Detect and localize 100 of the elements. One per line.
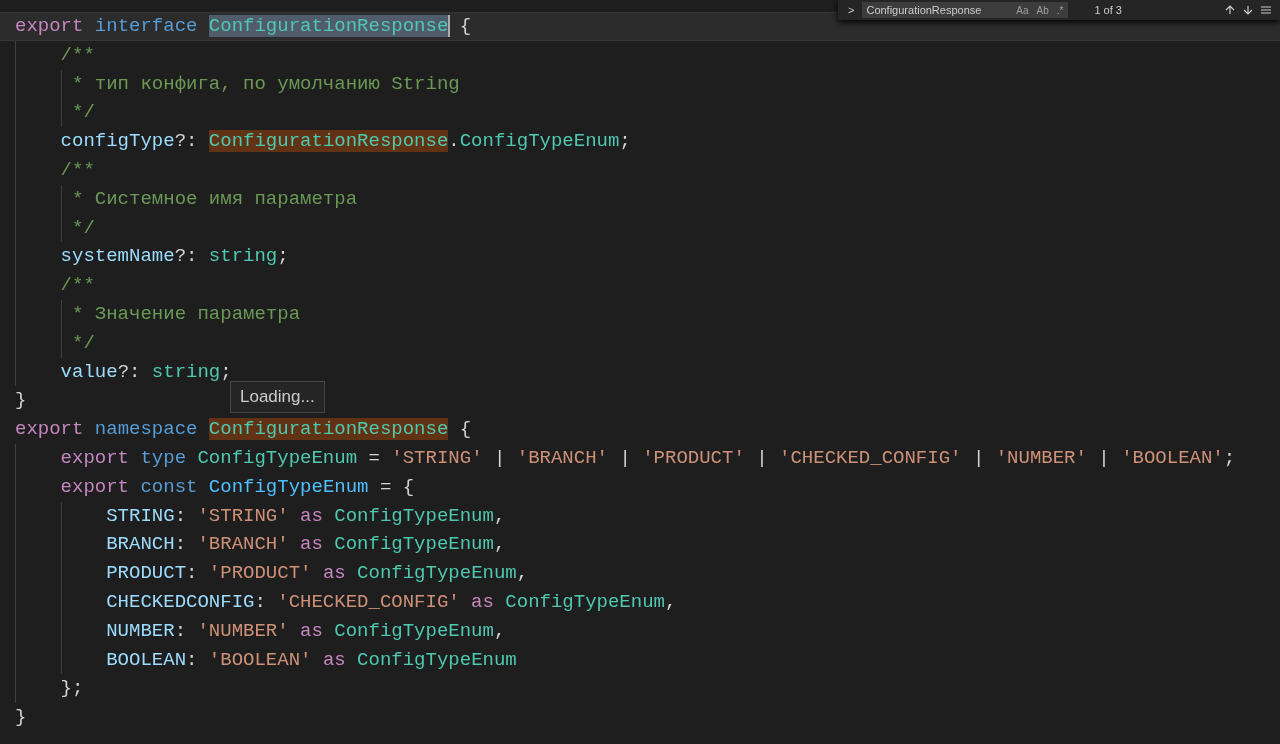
- code-punctuation: =: [368, 446, 380, 469]
- property-name: BRANCH: [106, 533, 175, 556]
- menu-icon[interactable]: [1260, 4, 1272, 16]
- type-name: ConfigTypeEnum: [334, 504, 494, 527]
- code-punctuation: :: [254, 590, 266, 613]
- code-comment: * тип конфига, по умолчанию String: [72, 72, 460, 95]
- keyword: as: [471, 590, 494, 613]
- type-name: string: [208, 245, 278, 268]
- code-comment: */: [72, 216, 95, 239]
- keyword: as: [300, 619, 323, 642]
- keyword: as: [300, 533, 323, 556]
- code-punctuation: };: [60, 677, 84, 700]
- find-option[interactable]: Ab: [1035, 4, 1050, 16]
- find-toggle[interactable]: >: [846, 4, 857, 16]
- code-punctuation: |: [493, 446, 506, 469]
- search-match: ConfigurationResponse: [208, 418, 449, 441]
- type-name: string: [151, 360, 221, 383]
- property-name: value: [60, 360, 118, 383]
- property-name: systemName: [60, 245, 175, 268]
- string-literal: 'CHECKED_CONFIG': [779, 446, 962, 469]
- hover-tooltip: Loading...: [230, 381, 325, 413]
- code-punctuation: :: [174, 504, 187, 527]
- code-comment: * Системное имя параметра: [72, 187, 358, 210]
- string-literal: 'PRODUCT': [208, 562, 312, 585]
- code-comment: /**: [60, 159, 95, 181]
- type-name: ConfigTypeEnum: [334, 619, 494, 642]
- search-match: ConfigurationResponse: [208, 15, 449, 37]
- string-literal: 'STRING': [391, 446, 483, 469]
- string-literal: 'BOOLEAN': [208, 648, 312, 671]
- code-punctuation: ;: [619, 130, 631, 153]
- code-punctuation: :: [174, 533, 187, 556]
- code-punctuation: ,: [493, 619, 506, 642]
- find-query: ConfigurationResponse: [866, 4, 983, 16]
- code-punctuation: = {: [379, 475, 415, 498]
- code-punctuation: ,: [664, 590, 677, 613]
- code-punctuation: |: [1098, 446, 1110, 469]
- string-literal: 'CHECKED_CONFIG': [277, 590, 460, 613]
- code-punctuation: {: [459, 418, 472, 441]
- keyword: as: [322, 562, 346, 585]
- match-count: 1 of 3: [1094, 4, 1123, 16]
- code-comment: */: [72, 331, 95, 354]
- code-punctuation: |: [972, 446, 985, 469]
- string-literal: 'BRANCH': [516, 446, 608, 469]
- keyword: const: [140, 475, 198, 498]
- string-literal: 'BOOLEAN': [1121, 446, 1224, 469]
- code-comment: * Значение параметра: [72, 302, 301, 325]
- code-punctuation: :: [186, 648, 198, 671]
- code-punctuation: ;: [220, 360, 232, 383]
- constant-name: ConfigTypeEnum: [208, 475, 369, 498]
- string-literal: 'PRODUCT': [642, 446, 745, 469]
- type-name: ConfigTypeEnum: [197, 446, 358, 469]
- keyword: export: [60, 446, 130, 469]
- code-punctuation: ,: [493, 533, 506, 556]
- keyword: interface: [94, 15, 198, 37]
- string-literal: 'BRANCH': [197, 533, 289, 556]
- code-punctuation: |: [619, 446, 631, 469]
- property-name: CHECKEDCONFIG: [106, 590, 255, 613]
- type-name: ConfigTypeEnum: [357, 562, 517, 585]
- property-name: PRODUCT: [106, 562, 187, 585]
- code-comment: /**: [60, 43, 95, 66]
- property-name: STRING: [106, 504, 175, 527]
- code-punctuation: .: [448, 130, 460, 153]
- keyword: type: [140, 446, 187, 469]
- keyword: as: [300, 504, 323, 527]
- code-punctuation: }: [15, 706, 27, 729]
- code-punctuation: }: [15, 389, 27, 412]
- code-punctuation: ;: [277, 245, 289, 268]
- code-punctuation: ?:: [174, 130, 198, 153]
- keyword: export: [60, 475, 130, 498]
- code-punctuation: :: [174, 619, 187, 642]
- code-punctuation: ,: [493, 504, 506, 527]
- type-name: ConfigTypeEnum: [334, 533, 494, 556]
- code-punctuation: ?:: [117, 360, 141, 383]
- type-name: ConfigTypeEnum: [357, 648, 517, 671]
- keyword: export: [15, 15, 84, 37]
- keyword: as: [322, 648, 346, 671]
- keyword: export: [15, 418, 84, 441]
- code-punctuation: ,: [516, 562, 529, 585]
- find-option[interactable]: .*: [1055, 4, 1065, 16]
- string-literal: 'STRING': [197, 504, 289, 527]
- previous-match-icon[interactable]: [1224, 4, 1236, 16]
- code-punctuation: :: [186, 562, 198, 585]
- search-match: ConfigurationResponse: [208, 130, 449, 153]
- find-input[interactable]: ConfigurationResponse Aa Ab .*: [862, 2, 1069, 18]
- code-comment: */: [72, 101, 95, 124]
- code-punctuation: ?:: [174, 245, 198, 268]
- property-name: NUMBER: [106, 619, 175, 642]
- code-comment: /**: [60, 274, 95, 297]
- type-name: ConfigTypeEnum: [459, 130, 620, 153]
- code-punctuation: |: [756, 446, 768, 469]
- type-name: ConfigTypeEnum: [505, 590, 665, 613]
- property-name: configType: [60, 130, 175, 153]
- string-literal: 'NUMBER': [995, 446, 1087, 469]
- code-punctuation: ;: [1223, 446, 1236, 469]
- keyword: namespace: [94, 418, 198, 441]
- code-punctuation: {: [459, 15, 472, 37]
- next-match-icon[interactable]: [1242, 4, 1254, 16]
- find-option[interactable]: Aa: [1015, 4, 1030, 16]
- property-name: BOOLEAN: [106, 648, 187, 671]
- string-literal: 'NUMBER': [197, 619, 289, 642]
